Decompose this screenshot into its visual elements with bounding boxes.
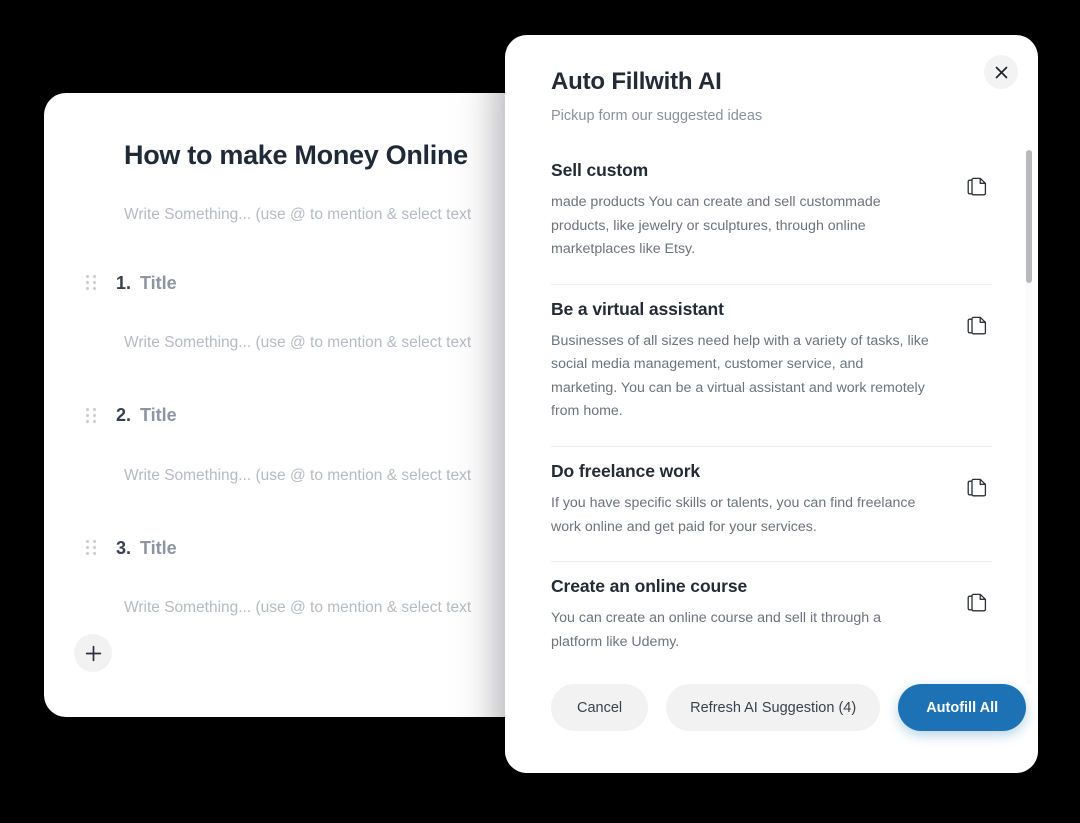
suggestion-text: Create an online course You can create a…: [551, 576, 944, 651]
list-item-label[interactable]: Title: [140, 538, 177, 559]
suggestion-item[interactable]: Be a virtual assistant Businesses of all…: [551, 285, 992, 447]
add-block-button[interactable]: [74, 634, 112, 672]
list-item-placeholder[interactable]: Write Something... (use @ to mention & s…: [124, 332, 536, 354]
copy-suggestion-button[interactable]: [962, 588, 992, 618]
list-item-number: 2.: [116, 405, 132, 426]
suggestion-body: made products You can create and sell cu…: [551, 194, 881, 258]
scrollbar-track[interactable]: [1026, 150, 1032, 685]
suggestion-body: You can create an online course and sell…: [551, 610, 881, 650]
auto-fill-modal: Auto Fillwith AI Pickup form our suggest…: [505, 35, 1038, 773]
suggestion-item[interactable]: Sell custom made products You can create…: [551, 146, 992, 285]
list-item-placeholder[interactable]: Write Something... (use @ to mention & s…: [124, 597, 536, 619]
copy-suggestion-button[interactable]: [962, 172, 992, 202]
list-item-number: 1.: [116, 272, 132, 293]
suggestion-text: Be a virtual assistant Businesses of all…: [551, 299, 944, 424]
cancel-button[interactable]: Cancel: [551, 684, 649, 731]
suggestion-body: If you have specific skills or talents, …: [551, 494, 916, 535]
document-title: How to make Money Online: [124, 140, 468, 170]
document-content: How to make Money Online Write Something…: [44, 93, 536, 717]
screen: How to make Money Online Write Something…: [0, 0, 1080, 823]
suggestion-title: Create an online course: [551, 576, 748, 597]
copy-suggestion-button[interactable]: [962, 473, 992, 503]
modal-header: Auto Fillwith AI Pickup form our suggest…: [505, 35, 1038, 124]
modal-subtitle: Pickup form our suggested ideas: [551, 108, 763, 124]
scrollbar-thumb[interactable]: [1026, 150, 1032, 283]
autofill-all-button[interactable]: Autofill All: [898, 684, 1027, 731]
suggestion-title: Be a virtual assistant: [551, 298, 724, 319]
suggestion-text: Do freelance work If you have specific s…: [551, 461, 944, 539]
copy-icon: [967, 478, 987, 497]
list-item[interactable]: 3. Title: [84, 535, 536, 561]
suggestion-title: Do freelance work: [551, 460, 701, 481]
list-item[interactable]: 1. Title: [84, 270, 536, 296]
suggestions-list: Sell custom made products You can create…: [505, 146, 1038, 651]
modal-title: Auto Fillwith AI: [551, 68, 722, 95]
list-item-placeholder[interactable]: Write Something... (use @ to mention & s…: [124, 465, 536, 487]
list-item-number: 3.: [116, 537, 132, 558]
close-icon: [995, 66, 1007, 78]
drag-handle-icon[interactable]: [84, 273, 98, 293]
list-item[interactable]: 2. Title: [84, 403, 536, 429]
drag-handle-icon[interactable]: [84, 538, 98, 558]
suggestion-item[interactable]: Do freelance work If you have specific s…: [551, 447, 992, 563]
drag-handle-icon[interactable]: [84, 406, 98, 426]
suggestion-text: Sell custom made products You can create…: [551, 160, 944, 262]
document-body-placeholder[interactable]: Write Something... (use @ to mention & s…: [124, 204, 536, 226]
suggestion-title: Sell custom: [551, 160, 649, 180]
copy-suggestion-button[interactable]: [962, 311, 992, 341]
list-item-label[interactable]: Title: [140, 273, 177, 294]
copy-icon: [967, 593, 987, 612]
close-button[interactable]: [984, 55, 1018, 89]
refresh-ai-suggestion-button[interactable]: Refresh AI Suggestion (4): [666, 684, 881, 731]
suggestion-body: Businesses of all sizes need help with a…: [551, 332, 929, 420]
list-item-label[interactable]: Title: [140, 405, 177, 426]
modal-footer: Cancel Refresh AI Suggestion (4) Autofil…: [505, 684, 1038, 773]
copy-icon: [967, 177, 987, 196]
copy-icon: [967, 316, 987, 335]
plus-icon: [85, 645, 101, 661]
document-card: How to make Money Online Write Something…: [44, 93, 536, 717]
suggestion-item[interactable]: Create an online course You can create a…: [551, 562, 992, 651]
